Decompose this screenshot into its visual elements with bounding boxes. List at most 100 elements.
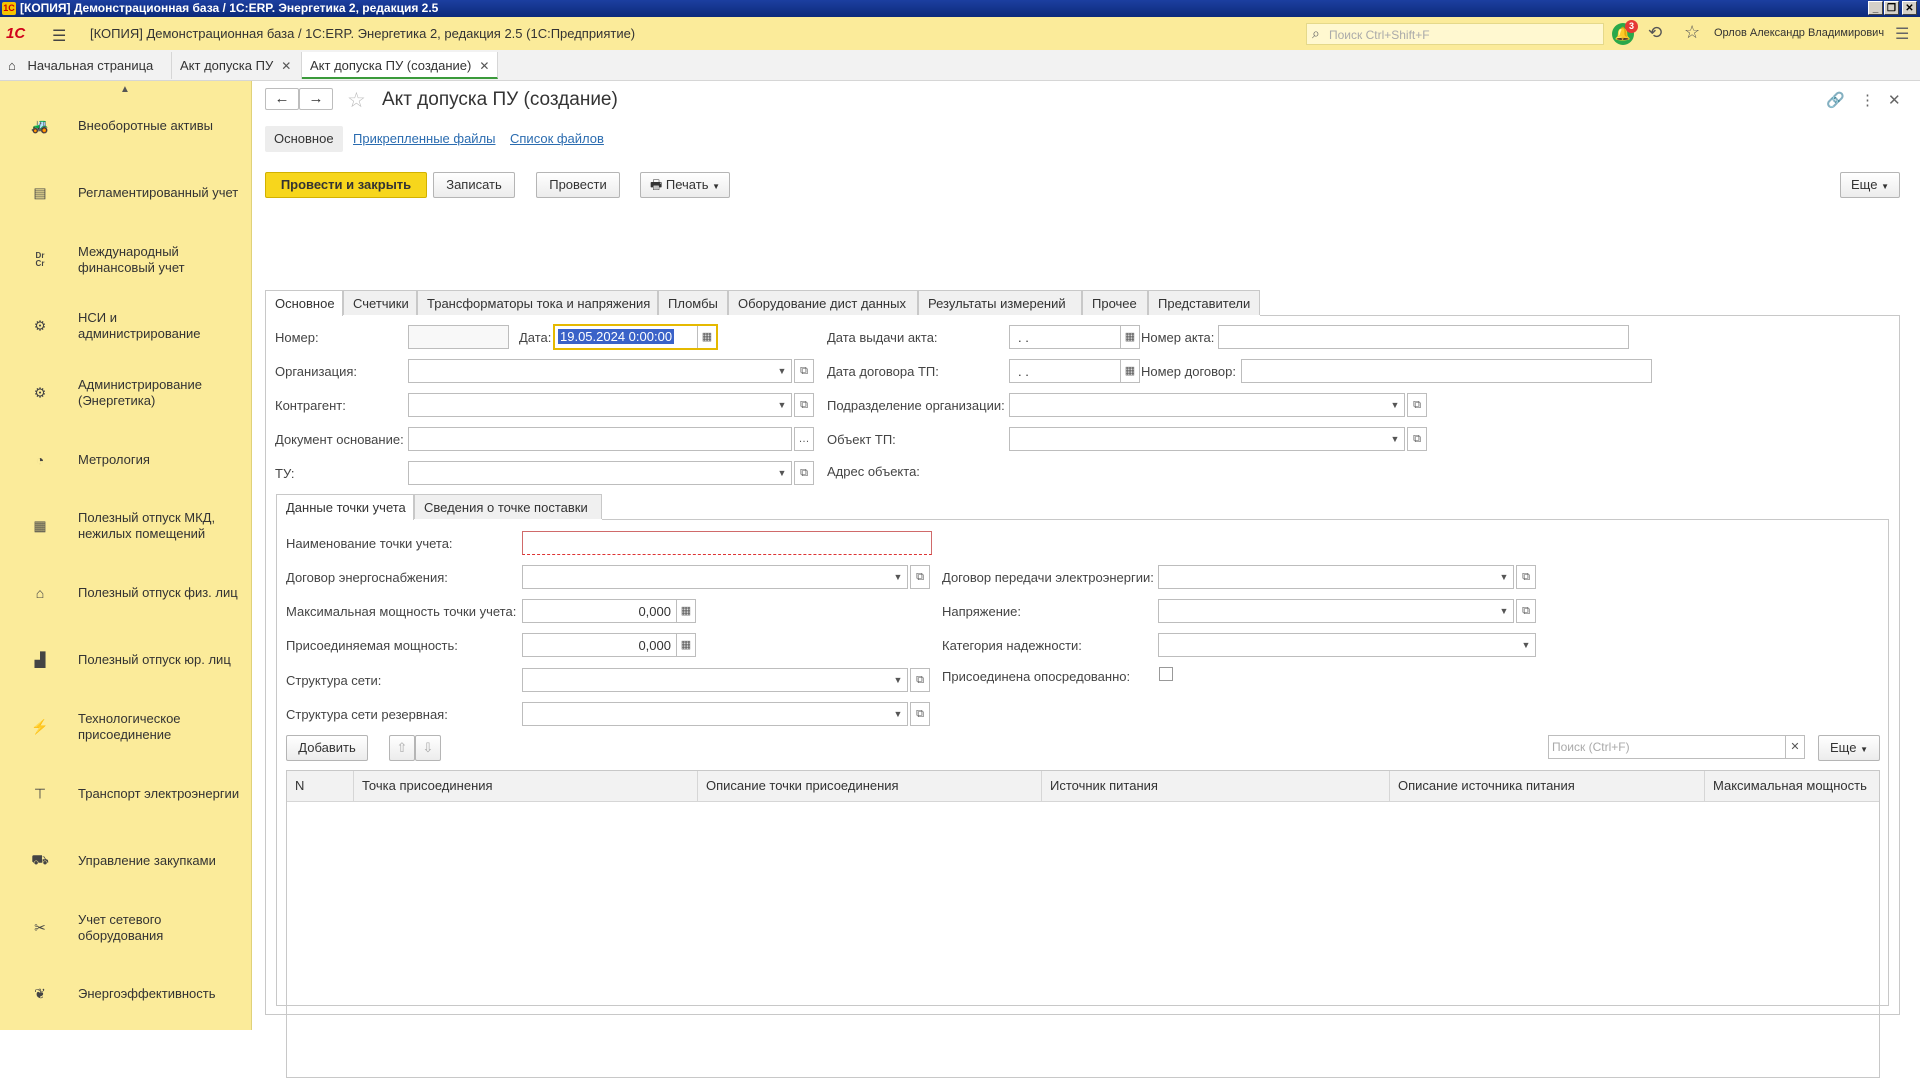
sidebar-item-nsi[interactable]: ⚙ НСИ и администрирование bbox=[0, 301, 251, 351]
calendar-icon[interactable]: ▦ bbox=[1120, 325, 1140, 349]
table-search-input[interactable]: Поиск (Ctrl+F) bbox=[1548, 735, 1787, 759]
sidebar-item-procurement[interactable]: ⛟ Управление закупками bbox=[0, 836, 251, 886]
column-header[interactable]: Описание точки присоединения bbox=[698, 771, 1042, 801]
tab-home[interactable]: ⌂ Начальная страница bbox=[0, 52, 172, 79]
chevron-down-icon[interactable]: ▼ bbox=[1517, 634, 1535, 656]
global-search-input[interactable]: ⌕ Поиск Ctrl+Shift+F bbox=[1306, 23, 1604, 45]
tab-main[interactable]: Основное bbox=[265, 290, 343, 316]
move-down-icon[interactable]: ⇩ bbox=[415, 735, 441, 761]
panel-attached-files[interactable]: Прикрепленные файлы bbox=[344, 126, 505, 152]
forward-button[interactable]: → bbox=[299, 88, 333, 110]
sidebar-item-tech-connection[interactable]: ⚡ Технологическое присоединение bbox=[0, 702, 251, 752]
calculator-icon[interactable]: ▦ bbox=[676, 633, 696, 657]
minimize-button[interactable]: _ bbox=[1868, 1, 1883, 15]
open-icon[interactable]: ⧉ bbox=[910, 702, 930, 726]
tab-other[interactable]: Прочее bbox=[1082, 290, 1148, 315]
open-icon[interactable]: ⧉ bbox=[1407, 393, 1427, 417]
calculator-icon[interactable]: ▦ bbox=[676, 599, 696, 623]
open-icon[interactable]: ⧉ bbox=[794, 359, 814, 383]
favorites-star-icon[interactable]: ☆ bbox=[1684, 22, 1700, 43]
open-icon[interactable]: ⧉ bbox=[1516, 599, 1536, 623]
contract-number-field[interactable] bbox=[1241, 359, 1652, 383]
chevron-down-icon[interactable]: ▼ bbox=[889, 703, 907, 725]
tab-act-create[interactable]: Акт допуска ПУ (создание) ✕ bbox=[302, 52, 498, 79]
organization-field[interactable]: ▼ bbox=[408, 359, 792, 383]
sidebar-item-energy-efficiency[interactable]: ❦ Энергоэффективность bbox=[0, 969, 251, 1019]
chevron-down-icon[interactable]: ▼ bbox=[773, 394, 791, 416]
chevron-down-icon[interactable]: ▼ bbox=[1386, 428, 1404, 450]
indirect-checkbox[interactable] bbox=[1159, 667, 1173, 681]
tab-act-list[interactable]: Акт допуска ПУ ✕ bbox=[172, 52, 302, 79]
close-tab-icon[interactable]: ✕ bbox=[281, 59, 291, 73]
open-icon[interactable]: ⧉ bbox=[1516, 565, 1536, 589]
tp-contract-date-field[interactable]: . . bbox=[1009, 359, 1122, 383]
act-number-field[interactable] bbox=[1218, 325, 1629, 349]
transfer-contract-field[interactable]: ▼ bbox=[1158, 565, 1514, 589]
close-window-button[interactable]: ✕ bbox=[1902, 1, 1917, 15]
print-button[interactable]: 🖶 Печать ▼ bbox=[640, 172, 730, 198]
chevron-down-icon[interactable]: ▼ bbox=[1495, 566, 1513, 588]
calendar-icon[interactable]: ▦ bbox=[697, 326, 716, 348]
calendar-icon[interactable]: ▦ bbox=[1120, 359, 1140, 383]
sidebar-item-metrology[interactable]: ◔ Метрология bbox=[0, 435, 251, 485]
select-ellipsis-icon[interactable]: … bbox=[794, 427, 814, 451]
column-header[interactable]: Источник питания bbox=[1042, 771, 1390, 801]
points-table[interactable]: N Точка присоединения Описание точки при… bbox=[286, 770, 1880, 1078]
subtab-supply-point[interactable]: Сведения о точке поставки bbox=[414, 494, 602, 519]
subtab-point-data[interactable]: Данные точки учета bbox=[276, 494, 414, 520]
open-icon[interactable]: ⧉ bbox=[794, 461, 814, 485]
notifications-bell-icon[interactable]: 🔔 3 bbox=[1612, 20, 1638, 45]
current-user[interactable]: Орлов Александр Владимирович bbox=[1714, 27, 1884, 39]
supply-contract-field[interactable]: ▼ bbox=[522, 565, 908, 589]
tab-measurements[interactable]: Результаты измерений bbox=[918, 290, 1082, 315]
sidebar-item-transport[interactable]: ⊤ Транспорт электроэнергии bbox=[0, 769, 251, 819]
act-date-field[interactable]: . . bbox=[1009, 325, 1122, 349]
open-icon[interactable]: ⧉ bbox=[910, 565, 930, 589]
network-structure-field[interactable]: ▼ bbox=[522, 668, 908, 692]
more-button[interactable]: Еще ▼ bbox=[1840, 172, 1900, 198]
voltage-field[interactable]: ▼ bbox=[1158, 599, 1514, 623]
tp-object-field[interactable]: ▼ bbox=[1009, 427, 1405, 451]
tab-seals[interactable]: Пломбы bbox=[658, 290, 728, 315]
post-and-close-button[interactable]: Провести и закрыть bbox=[265, 172, 427, 198]
chevron-down-icon[interactable]: ▼ bbox=[889, 566, 907, 588]
scroll-up-icon[interactable]: ▲ bbox=[120, 84, 130, 95]
open-icon[interactable]: ⧉ bbox=[794, 393, 814, 417]
contractor-field[interactable]: ▼ bbox=[408, 393, 792, 417]
max-power-field[interactable]: 0,000 bbox=[522, 599, 678, 623]
sidebar-item-fixed-assets[interactable]: 🚜 Внеоборотные активы bbox=[0, 101, 251, 151]
settings-menu-icon[interactable]: ☰ bbox=[1895, 24, 1909, 44]
move-up-icon[interactable]: ⇧ bbox=[389, 735, 415, 761]
add-row-button[interactable]: Добавить bbox=[286, 735, 368, 761]
clear-search-icon[interactable]: ✕ bbox=[1785, 735, 1805, 759]
link-icon[interactable]: 🔗 bbox=[1826, 91, 1845, 109]
panel-files-list[interactable]: Список файлов bbox=[501, 126, 613, 152]
division-field[interactable]: ▼ bbox=[1009, 393, 1405, 417]
panel-main[interactable]: Основное bbox=[265, 126, 343, 152]
column-header[interactable]: N bbox=[287, 771, 354, 801]
chevron-down-icon[interactable]: ▼ bbox=[889, 669, 907, 691]
table-more-button[interactable]: Еще ▼ bbox=[1818, 735, 1880, 761]
open-icon[interactable]: ⧉ bbox=[910, 668, 930, 692]
sidebar-item-admin-energy[interactable]: ⚙ Администрирование (Энергетика) bbox=[0, 368, 251, 418]
open-icon[interactable]: ⧉ bbox=[1407, 427, 1427, 451]
restore-button[interactable]: ❐ bbox=[1884, 1, 1899, 15]
close-form-icon[interactable]: ✕ bbox=[1888, 91, 1901, 109]
tab-meters[interactable]: Счетчики bbox=[343, 290, 417, 315]
date-field[interactable]: 19.05.2024 0:00:00 ▦ bbox=[553, 324, 718, 350]
tab-remote-equipment[interactable]: Оборудование дист данных bbox=[728, 290, 918, 315]
more-menu-icon[interactable]: ⋮ bbox=[1860, 91, 1875, 109]
chevron-down-icon[interactable]: ▼ bbox=[773, 462, 791, 484]
chevron-down-icon[interactable]: ▼ bbox=[1386, 394, 1404, 416]
sidebar-item-ifrs[interactable]: Dr Cr Международный финансовый учет bbox=[0, 235, 251, 285]
column-header[interactable]: Описание источника питания bbox=[1390, 771, 1705, 801]
chevron-down-icon[interactable]: ▼ bbox=[1495, 600, 1513, 622]
base-document-field[interactable] bbox=[408, 427, 792, 451]
connected-power-field[interactable]: 0,000 bbox=[522, 633, 678, 657]
sidebar-item-individuals[interactable]: ⌂ Полезный отпуск физ. лиц bbox=[0, 568, 251, 618]
column-header[interactable]: Точка присоединения bbox=[354, 771, 698, 801]
post-button[interactable]: Провести bbox=[536, 172, 620, 198]
reliability-field[interactable]: ▼ bbox=[1158, 633, 1536, 657]
sidebar-item-legal-entities[interactable]: ▟ Полезный отпуск юр. лиц bbox=[0, 635, 251, 685]
favorite-star-icon[interactable]: ☆ bbox=[347, 88, 366, 113]
